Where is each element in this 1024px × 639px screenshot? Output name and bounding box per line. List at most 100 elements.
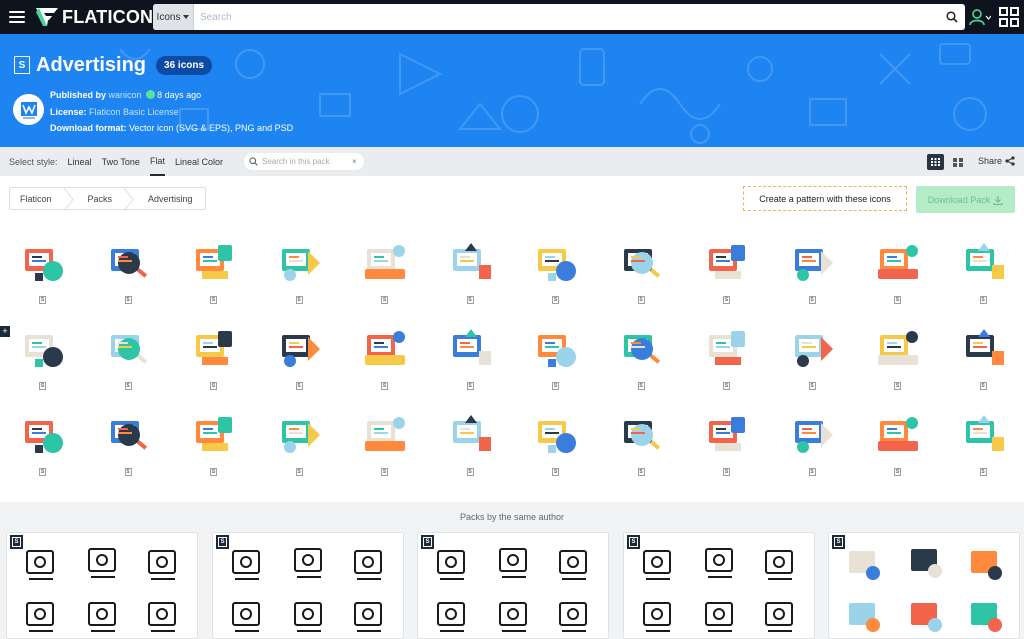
- growth-chart-icon-graphic: [281, 421, 320, 453]
- presenter-board-icon[interactable]: [192, 241, 236, 285]
- clock-display-icon[interactable]: [791, 413, 835, 457]
- related-pack-card-summer-pack[interactable]: S: [623, 532, 815, 639]
- growth-chart-icon[interactable]: [278, 413, 322, 457]
- create-pattern-button[interactable]: Create a pattern with these icons: [743, 186, 907, 211]
- globe-icon: [146, 90, 156, 99]
- newspapers-icon[interactable]: [278, 241, 322, 285]
- gear-chart-icon[interactable]: [107, 327, 151, 371]
- pack-preview-icon: [849, 603, 880, 632]
- video-camera-icon[interactable]: [705, 327, 749, 371]
- hand-card-icon[interactable]: [876, 413, 920, 457]
- products-shelf-icon[interactable]: [620, 241, 664, 285]
- products-shelf-icon-graphic: [623, 249, 660, 278]
- large-view-icon[interactable]: [951, 154, 965, 170]
- user-account-icon[interactable]: [969, 7, 991, 27]
- globe-speaker-icon[interactable]: [449, 241, 493, 285]
- boxing-ring-icon[interactable]: [791, 327, 835, 371]
- pack-preview-icon: [437, 550, 465, 580]
- speaker-phone-icon-graphic: [623, 335, 660, 364]
- related-pack-card-education-pack[interactable]: S: [417, 532, 609, 639]
- audience-board-icon-graphic: [794, 249, 833, 281]
- monitor-ad-icon-graphic: [25, 249, 63, 281]
- pack-preview-icon: [705, 602, 733, 632]
- pack-search-input[interactable]: [262, 157, 350, 166]
- style-badge: S: [39, 382, 46, 390]
- parking-sign-icon[interactable]: [449, 413, 493, 457]
- ad-van-icon[interactable]: [705, 413, 749, 457]
- author-avatar[interactable]: [13, 94, 44, 125]
- speaker-phone-icon[interactable]: [620, 327, 664, 371]
- phone-card-icon[interactable]: [962, 413, 1006, 457]
- monitor-ad-icon[interactable]: [21, 241, 65, 285]
- style-s-icon: S: [14, 56, 30, 74]
- format-value: Vector icon (SVG & EPS), PNG and PSD: [129, 123, 294, 133]
- breadcrumb-flaticon[interactable]: Flaticon: [10, 188, 64, 209]
- chat-bubbles-icon[interactable]: [363, 241, 407, 285]
- pack-preview-icon: [437, 602, 465, 632]
- pack-preview-icon: [294, 548, 322, 578]
- style-badge: S: [381, 296, 388, 304]
- search-icon[interactable]: [939, 4, 965, 30]
- gift-tags-icon[interactable]: [363, 327, 407, 371]
- rating-badge-icon[interactable]: [876, 327, 920, 371]
- style-option-flat[interactable]: Flat: [149, 147, 165, 176]
- search-type-select[interactable]: Icons: [153, 4, 194, 30]
- magnet-icon[interactable]: [363, 413, 407, 457]
- ad-papers-icon[interactable]: [21, 327, 65, 371]
- top-navigation-bar: FLATICON Icons: [0, 0, 1024, 34]
- scissors-coupon-icon[interactable]: [876, 241, 920, 285]
- select-style-label: Select style:: [9, 156, 58, 167]
- newspapers-icon-graphic: [281, 249, 320, 281]
- audience-board-icon[interactable]: [791, 241, 835, 285]
- style-option-lineal-color[interactable]: Lineal Color: [175, 147, 223, 176]
- author-link[interactable]: wanicon: [109, 90, 142, 100]
- related-pack-card-family-pack[interactable]: S: [6, 532, 198, 639]
- style-option-two-tone[interactable]: Two Tone: [102, 147, 140, 176]
- chevron-down-icon: [183, 15, 190, 19]
- breadcrumb-packs[interactable]: Packs: [74, 188, 125, 209]
- pack-preview-icon: [354, 550, 382, 580]
- style-badge: S: [894, 296, 901, 304]
- outdoor-screen-icon[interactable]: [620, 413, 664, 457]
- style-badge: S: [637, 382, 645, 390]
- apps-grid-icon[interactable]: [999, 7, 1019, 27]
- search-input[interactable]: [194, 4, 939, 30]
- style-option-lineal[interactable]: Lineal: [68, 147, 92, 176]
- printer-banner-icon[interactable]: [705, 241, 749, 285]
- published-label: Published by: [50, 90, 107, 100]
- style-badge: S: [808, 296, 816, 304]
- pack-preview-icon: [705, 548, 733, 578]
- megaphone-list-icon[interactable]: [962, 327, 1006, 371]
- shop-front-icon[interactable]: [534, 327, 578, 371]
- magnet-icon-graphic: [365, 417, 405, 451]
- eye-target-icon[interactable]: [278, 327, 322, 371]
- related-pack-card-color-pack[interactable]: S: [828, 532, 1020, 639]
- license-link[interactable]: Flaticon Basic License: [89, 107, 179, 117]
- pack-preview-icon: [148, 550, 176, 580]
- side-add-button[interactable]: +: [0, 326, 10, 337]
- style-badge: S: [466, 296, 474, 304]
- related-pack-card-ecommerce-pack[interactable]: S: [212, 532, 404, 639]
- pack-preview-icon: [559, 602, 587, 632]
- download-pack-label: Download Pack: [927, 194, 991, 205]
- lightbulb-ad-icon[interactable]: [192, 327, 236, 371]
- breadcrumb-separator-icon: [124, 188, 134, 211]
- style-badge: S: [381, 468, 388, 476]
- style-badge: S: [39, 296, 46, 304]
- marketing-team-icon[interactable]: [449, 327, 493, 371]
- mail-ads-icon[interactable]: [962, 241, 1006, 285]
- billboard-icon[interactable]: [534, 241, 578, 285]
- clear-search-icon[interactable]: ×: [352, 157, 357, 166]
- mailbox-icon[interactable]: [107, 413, 151, 457]
- download-pack-button[interactable]: Download Pack: [916, 186, 1015, 213]
- retro-tv-icon[interactable]: [21, 413, 65, 457]
- hamburger-menu-icon[interactable]: [9, 11, 25, 23]
- drone-megaphone-icon[interactable]: [534, 413, 578, 457]
- search-person-icon[interactable]: [107, 241, 151, 285]
- flaticon-logo[interactable]: FLATICON: [35, 0, 153, 34]
- share-button[interactable]: Share: [978, 156, 1015, 166]
- page-title: Advertising: [36, 53, 147, 76]
- grid-view-icon[interactable]: [927, 154, 944, 170]
- style-badge: S: [808, 468, 816, 476]
- kiosk-hand-icon[interactable]: [192, 413, 236, 457]
